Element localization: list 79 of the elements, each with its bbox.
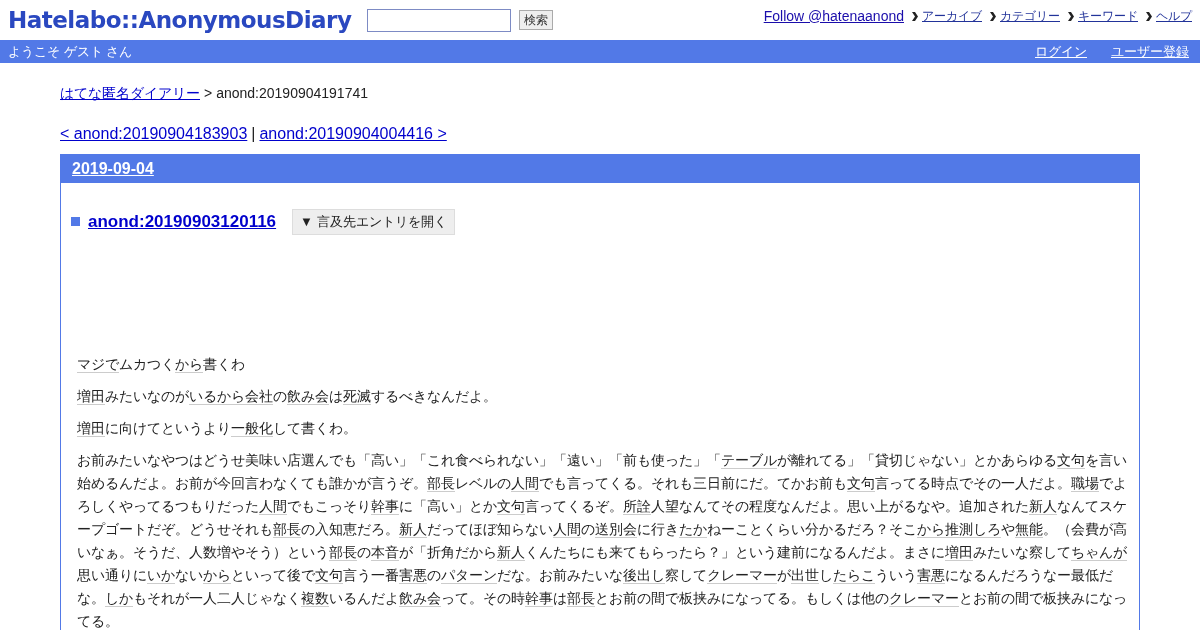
breadcrumb-link[interactable]: はてな匿名ダイアリー <box>60 83 200 104</box>
arrow-icon <box>990 11 996 21</box>
pager-separator: | <box>251 124 256 144</box>
arrow-icon <box>912 11 918 21</box>
keyword-link[interactable]: 文句 <box>1057 451 1085 469</box>
keyword-link[interactable]: から <box>175 355 203 373</box>
keyword-link[interactable]: いるから <box>189 387 245 405</box>
keyword-link[interactable]: 部長 <box>567 589 595 607</box>
next-link[interactable]: anond:20190904004416 > <box>259 122 447 146</box>
keyword-link[interactable]: 部長 <box>427 474 455 492</box>
welcome-text: ようこそ ゲスト さん <box>8 42 133 61</box>
keyword-link[interactable]: しか <box>105 589 133 607</box>
search-button[interactable]: 検索 <box>519 10 554 30</box>
date-link[interactable]: 2019-09-04 <box>72 160 154 177</box>
account-link[interactable]: ユーザー登録 <box>1111 41 1189 62</box>
keyword-link[interactable]: 死滅 <box>343 387 371 405</box>
entry-paragraph: マジでムカつくから書くわ <box>77 354 246 375</box>
keyword-link[interactable]: 新人 <box>497 543 525 561</box>
keyword-link[interactable]: 幹事 <box>525 589 553 607</box>
keyword-link[interactable]: 推測 <box>945 520 973 538</box>
square-icon <box>71 217 80 227</box>
keyword-link[interactable]: マジで <box>77 355 119 373</box>
search-field[interactable] <box>367 8 512 32</box>
entry-paragraph: お前みたいなやつはどうせ美味い店選んでも「高い」「これ食べられない」「遠い」「前も使った」「テーブルが離れてる」「貸切じゃない」とかあらゆる文句を言い始めるんだよ。お前が今回言わなくても誰かが言うぞ。部長レベルの人間でも言ってくる。それも三日前にだ。てかお前も文句言ってる時点でその一人だよ。職場でよろしくやってるつもりだった人間でもこっそり幹事に「高い」とか文句言ってくるぞ。所詮人望なんてその程度なんだよ。思い上がるなや。追加された新人なんてスケープゴートだぞ。どうせそれも部長の入知恵だろ。新人だってほぼ知らない人間の送別会に行き たかねーことくらい分かるだろ？そこから推測 しろや無能。（会費が高いなぁ。そうだ、人数増やそう）という部長の本音が「折角だから新人 くんたちにも来てもらったら？」という建前になるんだよ。まさに増田みたいな察して ちゃんが 思い通りにいかないから といって後で文句言う一番害悪のパターンだな。お前みたいな後出し察して クレーマーが出世し たらこ ういう害悪になるんだろうなー最低だな。しかもそれが一人二人じゃなく複数いるんだよ飲み会 って。その時幹事は部長とお前の間で板挟みになってる。もしくは他のクレーマー とお前の間で板挟みになってる。 <box>77 450 1127 630</box>
keyword-link[interactable]: 害悪 <box>399 566 427 584</box>
keyword-link[interactable]: 部長 <box>273 520 301 538</box>
keyword-link[interactable]: 人間 <box>259 497 287 515</box>
keyword-link[interactable]: 増田 <box>77 419 105 437</box>
follow-link[interactable]: Follow @hatenaanond <box>763 5 904 27</box>
entry-title-link[interactable]: anond:20190903120116 <box>71 209 277 235</box>
nav-link[interactable]: キーワード <box>1078 7 1138 25</box>
entry-paragraph: 増田みたいなのがいるから会社の飲み会は死滅するべきなんだよ。 <box>77 386 498 407</box>
keyword-link[interactable]: たらこ <box>833 566 875 584</box>
keyword-link[interactable]: パターン <box>441 566 497 584</box>
keyword-link[interactable]: 新人 <box>1029 497 1057 515</box>
keyword-link[interactable]: から <box>203 566 231 584</box>
keyword-link[interactable]: 文句 <box>847 474 875 492</box>
keyword-link[interactable]: 会社 <box>245 387 273 405</box>
keyword-link[interactable]: 増田 <box>77 387 105 405</box>
keyword-link[interactable]: 飲み会 <box>287 387 329 405</box>
keyword-link[interactable]: 人間 <box>511 474 539 492</box>
keyword-link[interactable]: クレーマー <box>889 589 959 607</box>
keyword-link[interactable]: 幹事 <box>371 497 399 515</box>
keyword-link[interactable]: ちゃんが <box>1071 543 1127 561</box>
keyword-link[interactable]: 本音 <box>371 543 399 561</box>
keyword-link[interactable]: 新人 <box>399 520 427 538</box>
keyword-link[interactable]: 一般化 <box>231 419 273 437</box>
account-link[interactable]: ログイン <box>1035 41 1087 62</box>
breadcrumb-separator: > <box>204 84 213 103</box>
keyword-link[interactable]: 害悪 <box>917 566 945 584</box>
keyword-link[interactable]: 所詮 <box>623 497 651 515</box>
keyword-link[interactable]: クレーマー <box>707 566 777 584</box>
keyword-link[interactable]: から <box>917 520 945 538</box>
keyword-link[interactable]: 送別会 <box>595 520 637 538</box>
entry-paragraph: 増田 に向けてというより一般化して書くわ。 <box>77 418 358 439</box>
keyword-link[interactable]: 部長 <box>329 543 357 561</box>
nav-link[interactable]: カテゴリー <box>1000 7 1060 25</box>
keyword-link[interactable]: 文句 <box>497 497 525 515</box>
keyword-link[interactable]: 増田 <box>945 543 973 561</box>
keyword-link[interactable]: テーブル <box>721 451 777 469</box>
nav-link[interactable]: ヘルプ <box>1156 7 1192 25</box>
keyword-link[interactable]: たか <box>679 520 707 538</box>
arrow-icon <box>1146 11 1152 21</box>
keyword-link[interactable]: 文句 <box>315 566 343 584</box>
nav-link[interactable]: アーカイブ <box>922 7 982 25</box>
keyword-link[interactable]: 無能 <box>1015 520 1043 538</box>
keyword-link[interactable]: いか <box>147 566 175 584</box>
keyword-link[interactable]: 複数 <box>301 589 329 607</box>
prev-link[interactable]: < anond:20190904183903 <box>60 122 248 146</box>
keyword-link[interactable]: 後出し <box>623 566 665 584</box>
breadcrumb-current: anond:20190904191741 <box>216 84 368 103</box>
expand-button[interactable]: ▼ 言及先エントリを開く <box>292 209 455 235</box>
keyword-link[interactable]: しろ <box>973 520 1001 538</box>
site-logo[interactable]: Hatelabo::AnonymousDiary <box>8 2 352 38</box>
keyword-link[interactable]: 飲み会 <box>399 589 441 607</box>
keyword-link[interactable]: 出世 <box>791 566 819 584</box>
keyword-link[interactable]: 人間 <box>553 520 581 538</box>
keyword-link[interactable]: 職場 <box>1071 474 1099 492</box>
arrow-icon <box>1068 11 1074 21</box>
